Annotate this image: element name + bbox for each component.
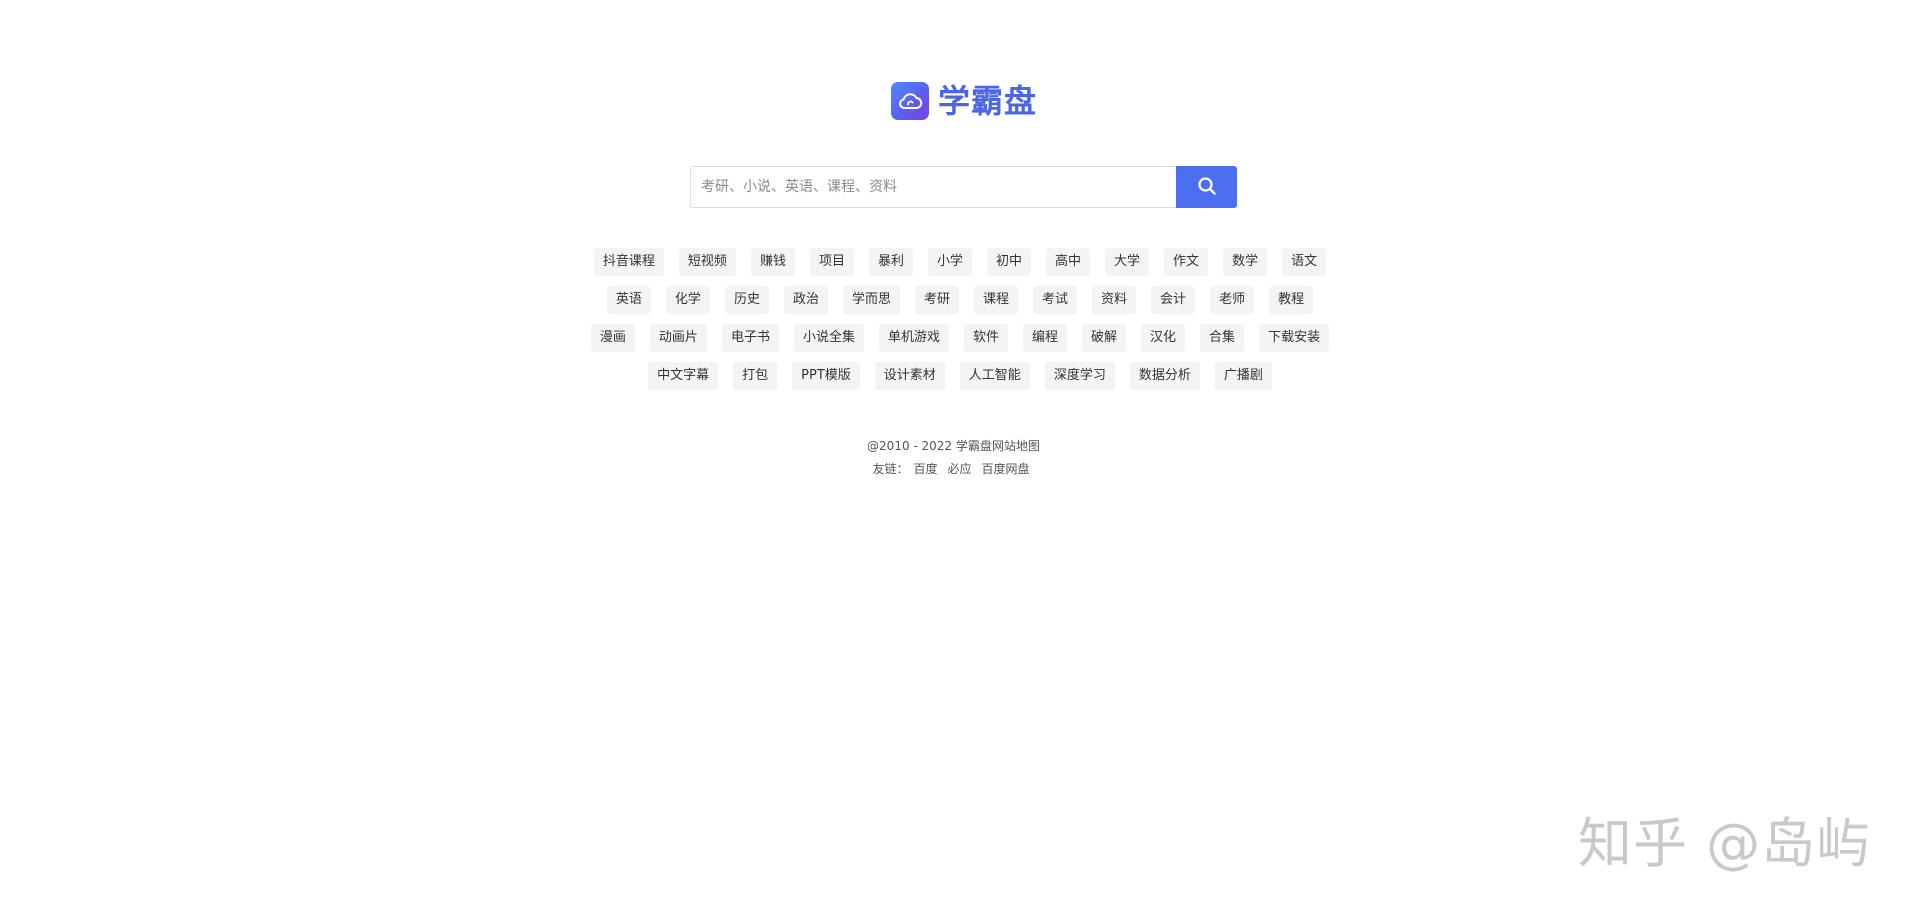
tag-link[interactable]: 考试 (1033, 286, 1078, 314)
tag-link[interactable]: 政治 (783, 286, 828, 314)
tag-link[interactable]: 抖音课程 (593, 248, 664, 276)
tag-link[interactable]: 漫画 (590, 324, 635, 352)
site-logo[interactable]: 学霸盘 (891, 82, 1037, 120)
search-input[interactable] (690, 166, 1176, 208)
tag-link[interactable]: 合集 (1200, 324, 1245, 352)
tag-link[interactable]: 作文 (1164, 248, 1209, 276)
tag-link[interactable]: 英语 (606, 286, 651, 314)
tag-link[interactable]: 会计 (1151, 286, 1196, 314)
tag-link[interactable]: 化学 (665, 286, 710, 314)
tag-link[interactable]: 深度学习 (1044, 362, 1115, 390)
tag-link[interactable]: 考研 (914, 286, 959, 314)
tag-link[interactable]: 单机游戏 (878, 324, 949, 352)
tag-link[interactable]: 软件 (963, 324, 1008, 352)
friend-link-baidu[interactable]: 百度 (913, 462, 937, 476)
tag-link[interactable]: 编程 (1023, 324, 1068, 352)
tag-link[interactable]: 数学 (1223, 248, 1268, 276)
tag-row: 中文字幕 打包 PPT模版 设计素材 人工智能 深度学习 数据分析 广播剧 (560, 362, 1360, 390)
tag-link[interactable]: 人工智能 (959, 362, 1030, 390)
tag-link[interactable]: 广播剧 (1214, 362, 1272, 390)
watermark: 知乎 @岛屿 (1578, 812, 1872, 875)
tag-row: 漫画 动画片 电子书 小说全集 单机游戏 软件 编程 破解 汉化 合集 下载安装 (560, 324, 1360, 352)
tag-link[interactable]: 历史 (724, 286, 769, 314)
site-name-link[interactable]: 学霸盘 (956, 439, 992, 453)
tag-link[interactable]: 学而思 (842, 286, 900, 314)
tag-link[interactable]: 中文字幕 (648, 362, 719, 390)
tag-link[interactable]: 大学 (1105, 248, 1150, 276)
sitemap-link[interactable]: 网站地图 (992, 439, 1040, 453)
tag-link[interactable]: 小学 (927, 248, 972, 276)
friend-links-line: 友链： 百度 必应 百度网盘 (0, 458, 1907, 481)
tag-link[interactable]: 资料 (1092, 286, 1137, 314)
tag-link[interactable]: 赚钱 (750, 248, 795, 276)
tag-link[interactable]: 下载安装 (1259, 324, 1330, 352)
search-bar (690, 166, 1237, 208)
hot-tags: 抖音课程 短视频 赚钱 项目 暴利 小学 初中 高中 大学 作文 数学 语文 英语 化学 历史 政治 学而思 考研… (560, 248, 1360, 400)
tag-link[interactable]: 数据分析 (1129, 362, 1200, 390)
tag-row: 英语 化学 历史 政治 学而思 考研 课程 考试 资料 会计 老师 教程 (560, 286, 1360, 314)
tag-link[interactable]: 电子书 (721, 324, 779, 352)
tag-link[interactable]: 课程 (974, 286, 1019, 314)
tag-link[interactable]: 设计素材 (874, 362, 945, 390)
tag-link[interactable]: 暴利 (868, 248, 913, 276)
copyright-line: @2010 - 2022 学霸盘网站地图 (0, 435, 1907, 458)
tag-link[interactable]: 语文 (1282, 248, 1327, 276)
friend-link-bing[interactable]: 必应 (948, 462, 972, 476)
tag-link[interactable]: PPT模版 (792, 362, 860, 390)
tag-link[interactable]: 初中 (987, 248, 1032, 276)
page: 学霸盘 抖音课程短视频赚钱项目暴利小学初中高中大学作文数学语文英语化学历史政治学… (0, 0, 1907, 913)
site-title: 学霸盘 (938, 82, 1038, 120)
tag-link[interactable]: 项目 (809, 248, 854, 276)
cloud-icon (891, 82, 929, 120)
search-button[interactable] (1176, 166, 1237, 208)
tag-link[interactable]: 高中 (1046, 248, 1091, 276)
tag-link[interactable]: 打包 (733, 362, 778, 390)
tag-row: 抖音课程 短视频 赚钱 项目 暴利 小学 初中 高中 大学 作文 数学 语文 (560, 248, 1360, 276)
tag-link[interactable]: 破解 (1082, 324, 1127, 352)
tag-link[interactable]: 短视频 (678, 248, 736, 276)
tag-link[interactable]: 老师 (1210, 286, 1255, 314)
friend-link-baidu-pan[interactable]: 百度网盘 (982, 462, 1030, 476)
tag-link[interactable]: 动画片 (649, 324, 707, 352)
tag-link[interactable]: 教程 (1269, 286, 1314, 314)
friend-links-label: 友链： (872, 462, 909, 476)
footer: @2010 - 2022 学霸盘网站地图 友链： 百度 必应 百度网盘 (0, 435, 1907, 481)
copyright-text: @2010 - 2022 (867, 439, 953, 453)
tag-link[interactable]: 汉化 (1141, 324, 1186, 352)
search-icon (1197, 176, 1217, 199)
tag-link[interactable]: 小说全集 (793, 324, 864, 352)
